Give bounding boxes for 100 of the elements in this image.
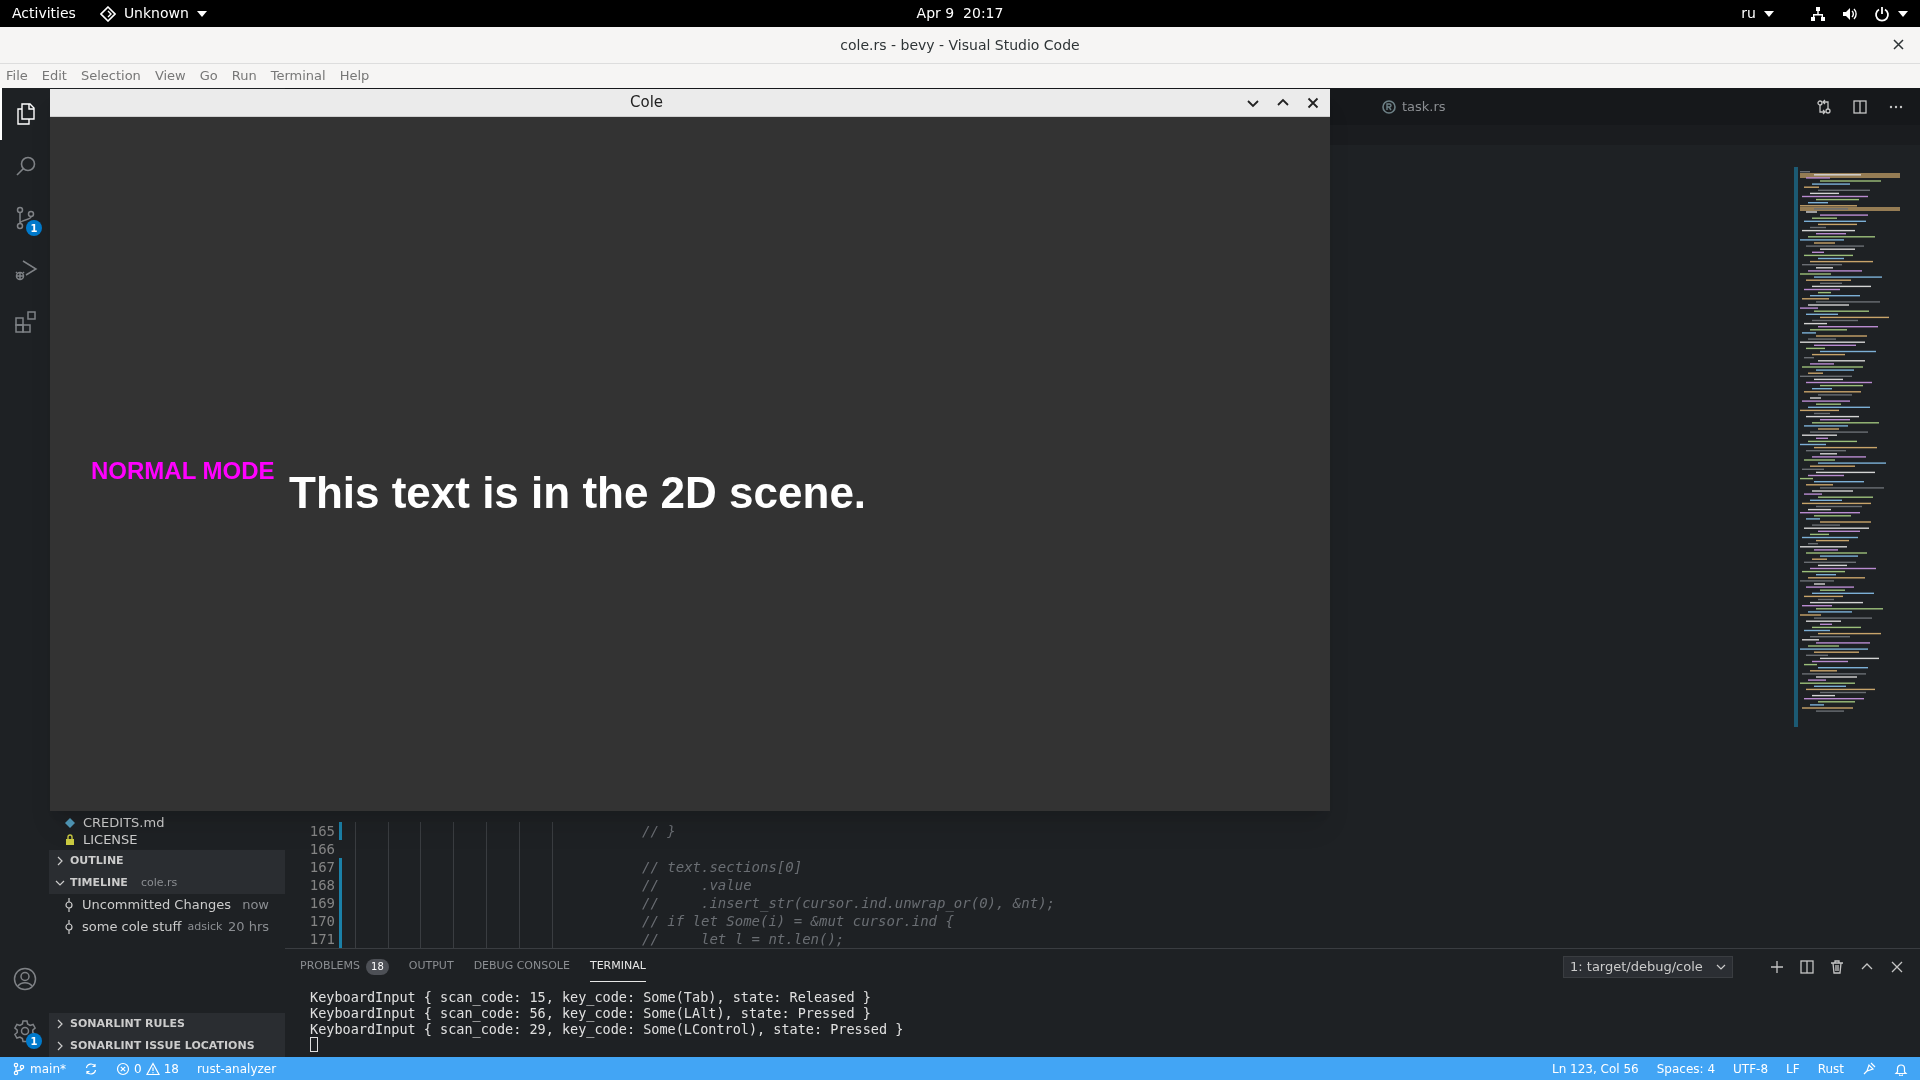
section-header[interactable]: SONARLINT RULES xyxy=(49,1013,285,1035)
extensions-icon xyxy=(13,310,38,334)
branch-icon xyxy=(12,1061,26,1076)
split-editor-icon[interactable] xyxy=(1852,98,1868,115)
run-debug-icon xyxy=(13,258,38,282)
file-name: CREDITS.md xyxy=(83,813,165,832)
tree-item[interactable]: CREDITS.md xyxy=(49,814,285,831)
code-line: // .value xyxy=(642,875,752,895)
account-icon xyxy=(12,967,37,991)
tree-item[interactable]: LICENSE xyxy=(49,831,285,848)
sync-button[interactable] xyxy=(84,1061,98,1076)
count-badge: 18 xyxy=(366,958,389,975)
app-icon xyxy=(99,5,116,22)
language-mode[interactable]: Rust xyxy=(1817,1059,1844,1078)
activity-bar-item[interactable]: 1 xyxy=(0,192,49,244)
activities-button[interactable]: Activities xyxy=(12,3,76,24)
caret-icon xyxy=(1898,10,1908,17)
line-number: 168 xyxy=(308,875,335,895)
lock-icon xyxy=(65,834,75,845)
timeline-time: now xyxy=(242,896,269,915)
line-number: 170 xyxy=(308,911,335,931)
timeline-author: adsick xyxy=(187,918,223,935)
encoding-status[interactable]: UTF-8 xyxy=(1733,1059,1769,1078)
error-icon xyxy=(116,1061,130,1076)
file-name: LICENSE xyxy=(83,830,138,849)
sync-icon xyxy=(84,1061,98,1076)
code-line: // if let Some(i) = &mut cursor.ind { xyxy=(642,912,954,931)
cursor-position[interactable]: Ln 123, Col 56 xyxy=(1551,1059,1639,1078)
close-icon[interactable] xyxy=(1889,959,1905,975)
code-line: // text.sections[0] xyxy=(642,857,803,877)
code-line: // } xyxy=(642,821,676,841)
terminal-line: KeyboardInput { scan_code: 29, key_code: Some(LControl), state: Pressed } xyxy=(310,1021,905,1037)
network-icon[interactable] xyxy=(1810,5,1826,22)
caret-icon xyxy=(1764,10,1774,17)
menu-item[interactable]: File xyxy=(6,66,28,86)
line-number: 167 xyxy=(308,857,335,877)
panel-tab[interactable]: OUTPUT xyxy=(408,952,454,982)
close-icon[interactable] xyxy=(1893,39,1904,50)
language-server-status[interactable]: rust-analyzer xyxy=(196,1059,277,1078)
line-number: 169 xyxy=(308,893,335,913)
feedback-icon xyxy=(1862,1061,1876,1076)
terminal-line: KeyboardInput { scan_code: 15, key_code: Some(Tab), state: Released } xyxy=(310,989,872,1005)
menu-item[interactable]: Selection xyxy=(80,66,141,86)
split-icon[interactable] xyxy=(1799,959,1815,975)
menu-item[interactable]: Go xyxy=(199,66,218,86)
problems-status[interactable]: 0 18 xyxy=(116,1059,179,1078)
mode-indicator: NORMAL MODE xyxy=(91,456,275,486)
notification-badge: 1 xyxy=(26,220,42,236)
timeline-item[interactable]: Uncommitted Changes now xyxy=(49,894,285,916)
line-number: 171 xyxy=(308,929,335,948)
chevron-right-icon xyxy=(55,856,65,866)
app-menu[interactable]: Unknown xyxy=(99,3,207,24)
indentation-status[interactable]: Spaces: 4 xyxy=(1656,1059,1716,1078)
menu-item[interactable]: Edit xyxy=(41,66,67,86)
caret-icon xyxy=(196,10,207,17)
line-ending-status[interactable]: LF xyxy=(1786,1059,1800,1078)
terminal-cursor xyxy=(310,1037,318,1052)
scene-text: This text is in the 2D scene. xyxy=(289,467,867,519)
bell-icon xyxy=(1894,1061,1908,1076)
branch-status[interactable]: main* xyxy=(12,1059,66,1078)
commit-icon xyxy=(65,898,73,912)
menu-item[interactable]: View xyxy=(154,66,186,86)
notification-badge: 1 xyxy=(26,1033,42,1049)
window-title: cole.rs - bevy - Visual Studio Code xyxy=(840,35,1080,55)
timeline-label: Uncommitted Changes xyxy=(82,896,231,915)
compare-changes-icon[interactable] xyxy=(1816,98,1832,115)
rust-file-icon xyxy=(1382,99,1396,114)
app-window-title: Cole xyxy=(630,92,664,114)
panel-tab[interactable]: TERMINAL xyxy=(589,952,646,982)
power-icon xyxy=(1874,5,1890,22)
menu-item[interactable]: Terminal xyxy=(270,66,326,86)
trash-icon[interactable] xyxy=(1829,959,1845,975)
clock[interactable]: Apr 9 20:17 xyxy=(916,3,1004,24)
input-source-menu[interactable]: ru xyxy=(1741,3,1774,24)
menu-item[interactable]: Run xyxy=(231,66,257,86)
panel-tab[interactable]: PROBLEMS 18 xyxy=(300,952,389,982)
warning-icon xyxy=(145,1061,160,1076)
system-menu[interactable] xyxy=(1874,5,1908,22)
chevron-right-icon xyxy=(55,1041,65,1051)
settings-icon xyxy=(12,1019,37,1043)
section-header[interactable]: SONARLINT ISSUE LOCATIONS xyxy=(49,1035,285,1057)
chevron-right-icon xyxy=(55,1019,65,1029)
chevron-down-icon xyxy=(55,878,65,888)
terminal-select[interactable]: 1: target/debug/cole xyxy=(1563,956,1733,978)
panel-tab[interactable]: DEBUG CONSOLE xyxy=(473,952,570,982)
timeline-label: some cole stuff xyxy=(82,918,182,937)
code-line: // .insert_str(cursor.ind.unwrap_or(0), &nt); xyxy=(642,893,1055,914)
plus-icon[interactable] xyxy=(1769,959,1785,975)
timeline-item[interactable]: some cole stuff adsick 20 hrs xyxy=(49,916,285,938)
section-subtitle: cole.rs xyxy=(140,874,178,891)
menu-item[interactable]: Help xyxy=(339,66,370,86)
settings-button[interactable]: 1 xyxy=(0,1005,49,1057)
commit-icon xyxy=(65,920,73,934)
section-header[interactable]: OUTLINE xyxy=(49,850,285,872)
terminal-line: KeyboardInput { scan_code: 56, key_code: Some(LAlt), state: Pressed } xyxy=(310,1005,872,1021)
code-line: // let l = nt.len(); xyxy=(642,929,845,948)
close-icon[interactable] xyxy=(1306,95,1320,110)
timeline-time: 20 hrs xyxy=(227,918,269,937)
section-header[interactable]: TIMELINE cole.rs xyxy=(49,872,285,894)
chevron-down-icon xyxy=(1716,962,1726,972)
